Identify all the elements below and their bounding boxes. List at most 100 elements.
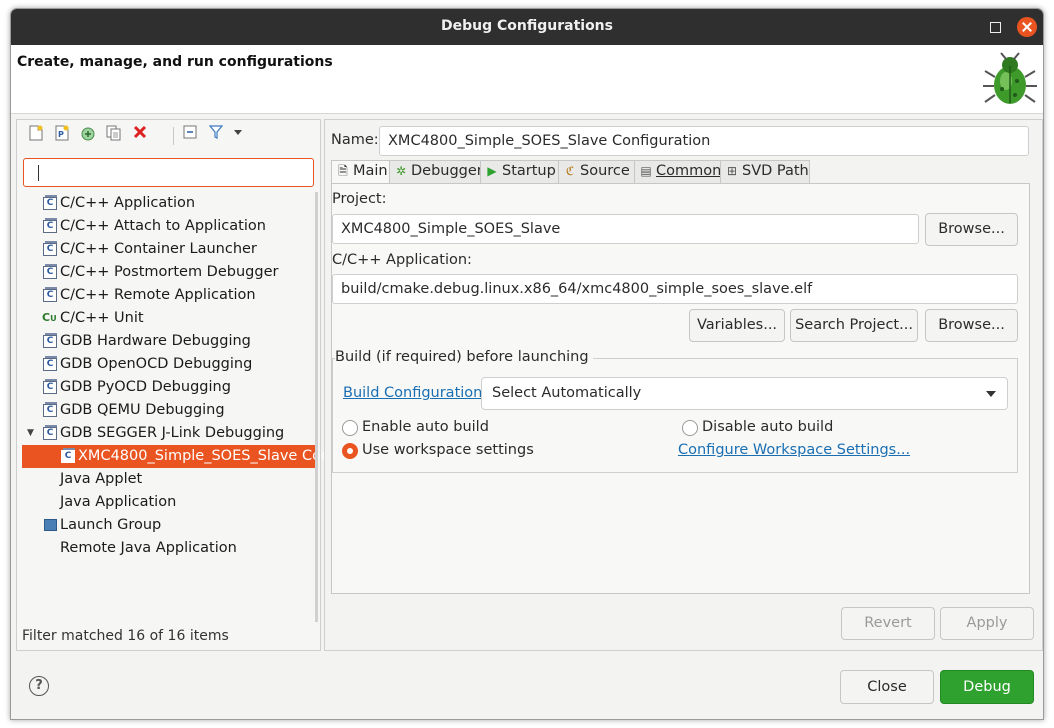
build-group: Build (if required) before launching Bui… bbox=[332, 349, 1018, 473]
variables-button[interactable]: Variables... bbox=[689, 309, 785, 342]
tree-item-remote-java[interactable]: Remote Java Application bbox=[17, 537, 317, 560]
debug-bug-icon bbox=[983, 52, 1037, 104]
view-menu-icon[interactable] bbox=[229, 125, 247, 145]
c-config-icon: C bbox=[43, 218, 57, 233]
tree-item-label: Java Application bbox=[60, 494, 177, 510]
configuration-editor-pane: Name: XMC4800_Simple_SOES_Slave Configur… bbox=[324, 119, 1043, 651]
text-caret bbox=[38, 165, 39, 181]
tree-item-label: GDB OpenOCD Debugging bbox=[60, 356, 253, 372]
c-config-icon: C bbox=[43, 356, 57, 371]
tree-item-label: GDB PyOCD Debugging bbox=[60, 379, 231, 395]
tree-item-c-cpp-container[interactable]: C C/C++ Container Launcher bbox=[17, 238, 317, 261]
tree-item-gdb-pyocd[interactable]: C GDB PyOCD Debugging bbox=[17, 376, 317, 399]
tree-item-launch-group[interactable]: Launch Group bbox=[17, 514, 317, 537]
main-tab-icon: 🗎 bbox=[338, 164, 348, 178]
filter-icon[interactable] bbox=[207, 125, 225, 145]
window-title: Debug Configurations bbox=[441, 18, 613, 34]
project-browse-button[interactable]: Browse... bbox=[925, 213, 1018, 246]
new-config-icon[interactable] bbox=[27, 125, 45, 145]
tree-item-xmc4800-config[interactable]: C XMC4800_Simple_SOES_Slave Configuratio… bbox=[22, 445, 400, 468]
configure-workspace-settings-link[interactable]: Configure Workspace Settings... bbox=[678, 442, 910, 458]
maximize-icon[interactable] bbox=[985, 17, 1005, 37]
tree-item-java-application[interactable]: Java Application bbox=[17, 491, 317, 514]
tab-common[interactable]: ▤ Common bbox=[634, 160, 721, 183]
use-workspace-settings-radio[interactable] bbox=[342, 443, 358, 459]
tree-item-c-cpp-postmortem[interactable]: C C/C++ Postmortem Debugger bbox=[17, 261, 317, 284]
new-prototype-icon[interactable]: P bbox=[53, 125, 71, 145]
debugger-tab-icon: ✲ bbox=[395, 164, 407, 178]
tree-item-gdb-openocd[interactable]: C GDB OpenOCD Debugging bbox=[17, 353, 317, 376]
tab-main[interactable]: 🗎 Main bbox=[331, 160, 390, 184]
export-icon[interactable] bbox=[79, 125, 97, 145]
tree-item-label: C/C++ Remote Application bbox=[60, 287, 256, 303]
tab-debugger[interactable]: ✲ Debugger bbox=[389, 160, 483, 183]
dialog-header: Create, manage, and run configurations bbox=[11, 45, 1043, 114]
tab-source[interactable]: ℭ Source bbox=[558, 160, 635, 183]
build-group-title: Build (if required) before launching bbox=[335, 349, 593, 365]
tree-item-gdb-hardware[interactable]: C GDB Hardware Debugging bbox=[17, 330, 317, 353]
tree-item-label: C/C++ Container Launcher bbox=[60, 241, 257, 257]
expanded-chevron-icon[interactable]: ▼ bbox=[27, 422, 34, 445]
tree-item-c-cpp-application[interactable]: C C/C++ Application bbox=[17, 192, 317, 215]
close-window-icon[interactable] bbox=[1017, 17, 1037, 37]
tree-item-label: Launch Group bbox=[60, 517, 162, 533]
close-button[interactable]: Close bbox=[840, 670, 934, 704]
help-icon[interactable]: ? bbox=[29, 676, 49, 696]
tab-startup[interactable]: ▶ Startup bbox=[480, 160, 559, 183]
filter-input-box[interactable] bbox=[23, 158, 314, 187]
project-input[interactable]: XMC4800_Simple_SOES_Slave bbox=[332, 214, 919, 244]
c-unit-icon: CU bbox=[42, 311, 57, 324]
filter-status-text: Filter matched 16 of 16 items bbox=[22, 628, 229, 644]
c-config-icon: C bbox=[43, 379, 57, 394]
tree-item-label: C/C++ Postmortem Debugger bbox=[60, 264, 279, 280]
tree-item-label: Java Applet bbox=[60, 471, 143, 487]
filter-input[interactable] bbox=[24, 159, 313, 186]
tree-item-label: GDB QEMU Debugging bbox=[60, 402, 225, 418]
c-config-icon: C bbox=[43, 425, 57, 440]
c-config-icon: C bbox=[61, 448, 75, 463]
delete-icon[interactable] bbox=[131, 125, 149, 145]
application-input[interactable]: build/cmake.debug.linux.x86_64/xmc4800_s… bbox=[332, 274, 1018, 304]
tree-item-label: GDB SEGGER J-Link Debugging bbox=[60, 425, 285, 441]
tree-item-label: C/C++ Application bbox=[60, 195, 196, 211]
c-config-icon: C bbox=[43, 241, 57, 256]
disable-auto-build-label: Disable auto build bbox=[702, 419, 834, 435]
c-config-icon: C bbox=[43, 195, 57, 210]
application-label: C/C++ Application: bbox=[332, 252, 472, 268]
configuration-tree-pane: P C C/C++ Application C C/C++ Attach to … bbox=[16, 119, 400, 651]
c-config-icon: C bbox=[43, 264, 57, 279]
tree-scrollbar[interactable] bbox=[315, 192, 318, 622]
main-tab-body: Project: XMC4800_Simple_SOES_Slave Brows… bbox=[331, 183, 1030, 594]
tab-svd-path[interactable]: ⊞ SVD Path bbox=[720, 160, 810, 183]
use-workspace-settings-label: Use workspace settings bbox=[362, 442, 534, 458]
launch-group-icon bbox=[44, 519, 57, 531]
tree-item-c-cpp-remote[interactable]: C C/C++ Remote Application bbox=[17, 284, 317, 307]
build-configuration-link[interactable]: Build Configuration: bbox=[343, 385, 487, 401]
duplicate-icon[interactable] bbox=[105, 125, 123, 145]
common-tab-icon: ▤ bbox=[640, 164, 652, 178]
tree-item-gdb-segger-jlink[interactable]: ▼ C GDB SEGGER J-Link Debugging bbox=[17, 422, 317, 445]
build-configuration-value: Select Automatically bbox=[492, 385, 642, 401]
source-tab-icon: ℭ bbox=[565, 164, 575, 178]
search-project-button[interactable]: Search Project... bbox=[790, 309, 918, 342]
application-browse-button[interactable]: Browse... bbox=[925, 309, 1018, 342]
toolbar-separator bbox=[173, 127, 174, 145]
tree-item-label: C/C++ Attach to Application bbox=[60, 218, 266, 234]
tree-item-java-applet[interactable]: Java Applet bbox=[17, 468, 317, 491]
tree-item-label: Remote Java Application bbox=[60, 540, 237, 556]
tree-item-c-cpp-attach[interactable]: C C/C++ Attach to Application bbox=[17, 215, 317, 238]
apply-button[interactable]: Apply bbox=[940, 607, 1034, 640]
build-configuration-select[interactable]: Select Automatically bbox=[481, 377, 1008, 410]
svg-text:P: P bbox=[58, 130, 64, 139]
disable-auto-build-radio[interactable] bbox=[682, 420, 698, 436]
dropdown-arrow-icon bbox=[986, 391, 996, 397]
tree-item-c-cpp-unit[interactable]: CU C/C++ Unit bbox=[17, 307, 317, 330]
debug-button[interactable]: Debug bbox=[940, 670, 1034, 704]
name-input[interactable]: XMC4800_Simple_SOES_Slave Configuration bbox=[379, 126, 1029, 156]
c-config-icon: C bbox=[43, 287, 57, 302]
tree-item-gdb-qemu[interactable]: C GDB QEMU Debugging bbox=[17, 399, 317, 422]
collapse-all-icon[interactable] bbox=[181, 125, 199, 145]
revert-button[interactable]: Revert bbox=[841, 607, 935, 640]
enable-auto-build-radio[interactable] bbox=[342, 420, 358, 436]
project-label: Project: bbox=[332, 191, 387, 207]
